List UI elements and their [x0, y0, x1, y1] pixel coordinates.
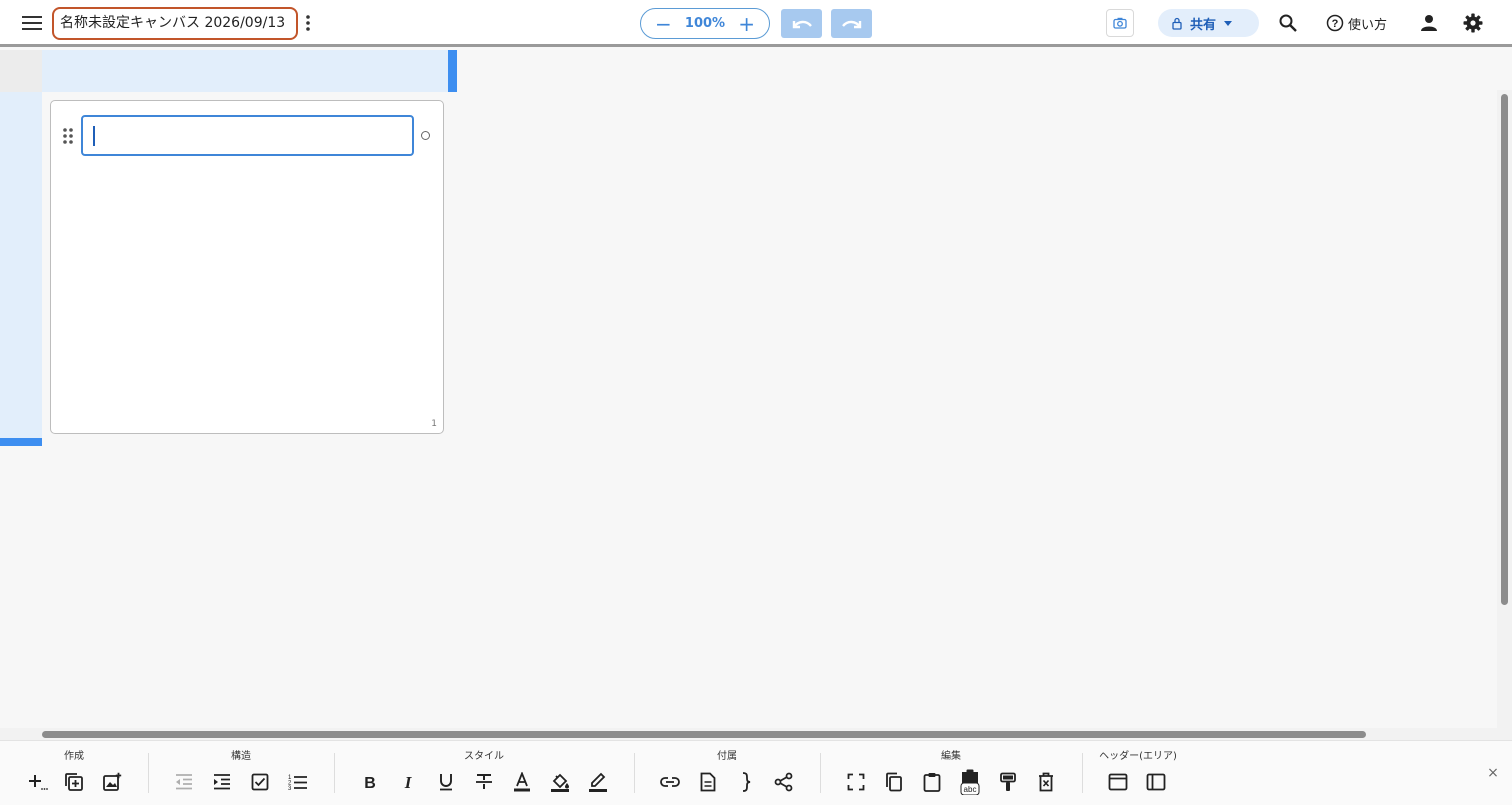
add-card-icon[interactable] — [24, 769, 50, 795]
zoom-control: − 100% + — [640, 8, 770, 39]
menu-icon[interactable] — [18, 9, 46, 37]
caret-down-icon — [1224, 20, 1233, 26]
divider — [820, 753, 821, 793]
svg-text:3: 3 — [288, 786, 292, 791]
fill-color-icon[interactable] — [547, 769, 573, 795]
bottom-toolbar: 作成 構造 スタイル 付属 編集 ヘッダー(エリア) 123 B I abc × — [0, 740, 1512, 805]
card-select-radio[interactable] — [421, 131, 430, 140]
brace-icon[interactable] — [733, 769, 759, 795]
text-card[interactable]: 1 — [50, 100, 444, 434]
column-resize-handle[interactable] — [448, 50, 457, 92]
lock-icon — [1172, 17, 1182, 30]
search-icon[interactable] — [1275, 10, 1301, 36]
duplicate-card-icon[interactable] — [61, 769, 87, 795]
row-resize-handle[interactable] — [0, 438, 42, 446]
copy-icon[interactable] — [881, 769, 907, 795]
connector-icon[interactable] — [771, 769, 797, 795]
header-column-icon[interactable] — [1143, 769, 1169, 795]
divider — [1082, 753, 1083, 793]
undo-icon — [792, 20, 812, 28]
corner-gutter — [0, 50, 42, 92]
header-row-icon[interactable] — [1105, 769, 1131, 795]
svg-text:B: B — [364, 775, 376, 790]
zoom-out-icon[interactable]: − — [655, 14, 672, 34]
svg-text:abc: abc — [964, 785, 977, 794]
text-color-icon[interactable] — [509, 769, 535, 795]
vertical-scrollbar[interactable] — [1497, 90, 1512, 740]
zoom-in-icon[interactable]: + — [738, 14, 755, 34]
share-button[interactable]: 共有 — [1158, 9, 1259, 37]
indent-icon[interactable] — [209, 769, 235, 795]
border-color-icon[interactable] — [585, 769, 611, 795]
help-icon: ? — [1326, 14, 1344, 32]
divider — [148, 753, 149, 793]
column-header[interactable] — [42, 50, 448, 92]
strikethrough-icon[interactable] — [471, 769, 497, 795]
group-label-create: 作成 — [64, 751, 84, 762]
group-label-edit: 編集 — [941, 751, 961, 762]
top-bar: 名称未設定キャンバス 2026/09/13 − 100% + 共有 ? 使い方 — [0, 0, 1512, 47]
format-painter-icon[interactable] — [995, 769, 1021, 795]
redo-icon — [841, 20, 861, 28]
svg-text:?: ? — [1332, 18, 1339, 30]
line-count: 1 — [431, 419, 437, 429]
outdent-icon[interactable] — [171, 769, 197, 795]
undo-button[interactable] — [781, 9, 822, 38]
link-icon[interactable] — [657, 769, 683, 795]
document-icon[interactable] — [695, 769, 721, 795]
gear-icon[interactable] — [1460, 10, 1486, 36]
checkbox-icon[interactable] — [247, 769, 273, 795]
vertical-scroll-thumb[interactable] — [1501, 94, 1508, 605]
user-icon[interactable] — [1416, 10, 1442, 36]
horizontal-scrollbar[interactable] — [0, 728, 1497, 740]
text-caret — [93, 126, 95, 146]
help-label: 使い方 — [1348, 17, 1388, 33]
row-header[interactable] — [0, 92, 42, 438]
redo-button[interactable] — [831, 9, 872, 38]
group-label-header-area: ヘッダー(エリア) — [1099, 751, 1177, 762]
group-label-style: スタイル — [464, 751, 504, 762]
delete-icon[interactable] — [1033, 769, 1059, 795]
underline-icon[interactable] — [433, 769, 459, 795]
select-all-icon[interactable] — [843, 769, 869, 795]
canvas-area[interactable]: 1 — [0, 50, 1512, 740]
drag-handle-icon[interactable] — [62, 127, 74, 145]
paste-icon[interactable] — [919, 769, 945, 795]
horizontal-scroll-thumb[interactable] — [42, 731, 1366, 738]
svg-text:I: I — [404, 774, 413, 790]
more-vert-icon[interactable] — [300, 12, 316, 34]
share-label: 共有 — [1190, 17, 1217, 33]
group-label-structure: 構造 — [231, 751, 251, 762]
numbered-list-icon[interactable]: 123 — [285, 769, 311, 795]
italic-icon[interactable]: I — [395, 769, 421, 795]
camera-icon[interactable] — [1106, 9, 1134, 37]
add-image-icon[interactable] — [99, 769, 125, 795]
group-label-attach: 付属 — [717, 751, 737, 762]
close-toolbar-icon[interactable]: × — [1486, 766, 1500, 780]
divider — [334, 753, 335, 793]
card-text-input[interactable] — [81, 115, 414, 156]
bold-icon[interactable]: B — [357, 769, 383, 795]
zoom-level[interactable]: 100% — [685, 16, 725, 31]
canvas-title[interactable]: 名称未設定キャンバス 2026/09/13 — [52, 7, 298, 40]
help-button[interactable]: ? 使い方 — [1326, 12, 1387, 34]
divider — [634, 753, 635, 793]
paste-text-icon[interactable]: abc — [957, 769, 983, 795]
